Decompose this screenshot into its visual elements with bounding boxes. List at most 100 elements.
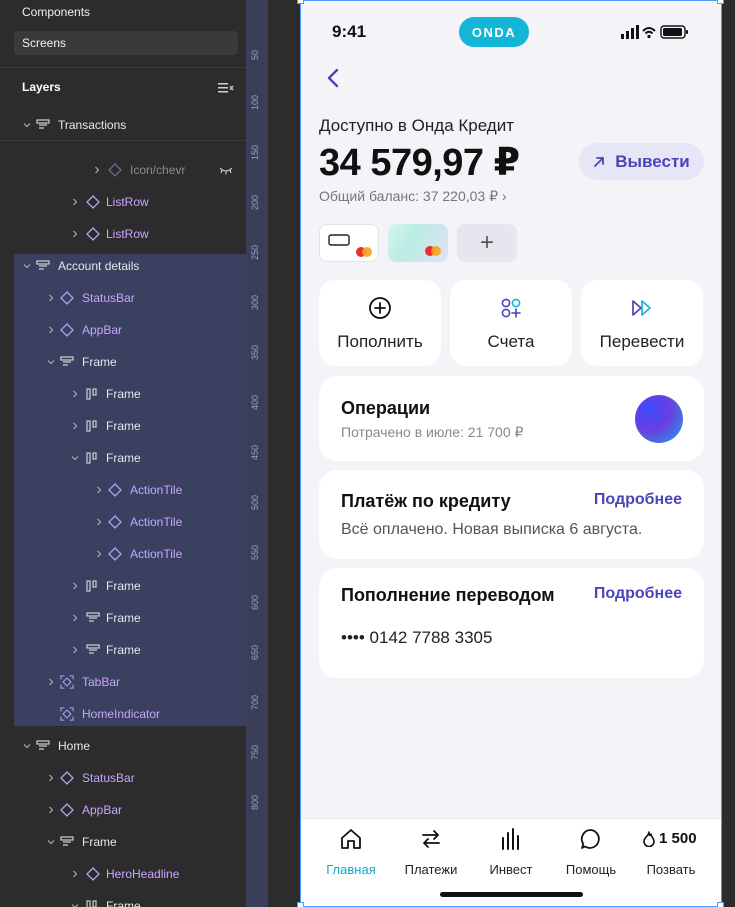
resize-handle[interactable]	[717, 0, 724, 4]
layer-row[interactable]: ActionTile	[0, 474, 246, 506]
action-transfer[interactable]: Перевести	[581, 280, 703, 366]
operations-title: Операции	[341, 398, 431, 418]
resize-handle[interactable]	[297, 0, 304, 4]
withdraw-label: Вывести	[615, 151, 690, 171]
tab-invest[interactable]: Инвест	[469, 827, 553, 877]
chevron-right-icon[interactable]	[70, 581, 80, 591]
layer-row[interactable]: Frame	[0, 410, 246, 442]
layer-label: StatusBar	[82, 291, 135, 305]
chevron-right-icon[interactable]	[70, 389, 80, 399]
vertical-ruler: 50 100 150 200 250 300 350 400 450 500 550 600 650 70…	[246, 0, 268, 907]
chevron-down-icon[interactable]	[22, 741, 32, 751]
topup-transfer-details-link[interactable]: Подробнее	[594, 585, 682, 603]
layer-label: HeroHeadline	[106, 867, 180, 881]
layer-row[interactable]: Icon/chevr	[0, 154, 246, 186]
layer-row[interactable]: ActionTile	[0, 506, 246, 538]
layer-row[interactable]: Home	[0, 730, 246, 762]
layer-row[interactable]: Frame	[0, 346, 246, 378]
tab-payments[interactable]: Платежи	[389, 827, 473, 877]
layer-label: ListRow	[106, 227, 149, 241]
resize-handle[interactable]	[717, 902, 724, 907]
add-card-button[interactable]: +	[457, 224, 517, 262]
frame-icon	[60, 835, 74, 849]
nav-screens[interactable]: Screens	[14, 31, 238, 55]
layer-row[interactable]: StatusBar	[0, 282, 246, 314]
chevron-down-icon[interactable]	[46, 837, 56, 847]
layer-row[interactable]: ListRow	[0, 186, 246, 218]
ruler-tick: 50	[250, 49, 260, 60]
brand-pill: ONDA	[459, 17, 529, 47]
chevron-right-icon[interactable]	[94, 549, 104, 559]
chevron-right-icon[interactable]	[70, 197, 80, 207]
chevron-right-icon[interactable]	[70, 613, 80, 623]
chevron-right-icon[interactable]	[94, 517, 104, 527]
credit-payment-card: Платёж по кредиту Подробнее Всё оплачено…	[319, 470, 704, 559]
tab-call[interactable]: 1 500 Позвать	[629, 827, 713, 877]
layer-row[interactable]: Transactions	[0, 109, 246, 141]
layer-row[interactable]: ListRow	[0, 218, 246, 250]
tab-label: Главная	[326, 862, 376, 877]
tab-help[interactable]: Помощь	[549, 827, 633, 877]
chevron-right-icon[interactable]	[94, 485, 104, 495]
chevron-right-icon[interactable]	[46, 293, 56, 303]
layer-row[interactable]: HeroHeadline	[0, 858, 246, 890]
chevron-right-icon[interactable]	[70, 645, 80, 655]
chevron-down-icon[interactable]	[70, 901, 80, 907]
layer-label: Frame	[106, 451, 141, 465]
layer-row[interactable]: ActionTile	[0, 538, 246, 570]
chevron-right-icon[interactable]	[70, 421, 80, 431]
chevron-right-icon[interactable]	[70, 869, 80, 879]
layer-row[interactable]: Frame	[0, 634, 246, 666]
ruler-tick: 750	[250, 744, 260, 760]
chevron-right-icon[interactable]	[70, 229, 80, 239]
withdraw-button[interactable]: Вывести	[579, 143, 704, 180]
layer-row[interactable]: StatusBar	[0, 762, 246, 794]
card-thumb-mint[interactable]	[388, 224, 448, 262]
layer-row[interactable]: AppBar	[0, 794, 246, 826]
layer-row[interactable]: Frame	[0, 826, 246, 858]
chevron-right-icon[interactable]	[46, 677, 56, 687]
flame-icon	[643, 830, 655, 847]
wifi-icon	[642, 27, 656, 39]
frame-icon	[60, 355, 74, 369]
layer-row[interactable]: Frame	[0, 602, 246, 634]
nav-components[interactable]: Components	[14, 0, 238, 24]
layer-label: HomeIndicator	[82, 707, 161, 721]
chevron-down-icon[interactable]	[22, 120, 32, 130]
layer-row[interactable]: TabBar	[0, 666, 246, 698]
chevron-down-icon[interactable]	[46, 357, 56, 367]
account-number[interactable]: •••• 0142 7788 3305	[341, 628, 492, 648]
chevron-right-icon[interactable]	[46, 325, 56, 335]
ruler-tick: 600	[250, 594, 260, 610]
layer-row[interactable]: HomeIndicator	[0, 698, 246, 730]
frame-icon	[36, 739, 50, 753]
back-chevron-icon[interactable]	[323, 66, 343, 90]
card-thumb-white[interactable]	[319, 224, 379, 262]
tab-home[interactable]: Главная	[309, 827, 393, 877]
layer-row[interactable]: AppBar	[0, 314, 246, 346]
topup-transfer-title: Пополнение переводом	[341, 585, 555, 605]
layer-row[interactable]: Frame	[0, 378, 246, 410]
tab-label: Позвать	[646, 862, 696, 877]
frame-icon	[86, 611, 100, 625]
layers-menu-icon[interactable]	[218, 81, 234, 95]
action-topup[interactable]: Пополнить	[319, 280, 441, 366]
component-icon	[86, 867, 100, 881]
layer-row[interactable]: Frame	[0, 570, 246, 602]
credit-payment-details-link[interactable]: Подробнее	[594, 491, 682, 509]
chevron-down-icon[interactable]	[22, 261, 32, 271]
status-time: 9:41	[332, 22, 367, 41]
layer-row[interactable]: Frame	[0, 442, 246, 474]
chevron-right-icon[interactable]	[46, 805, 56, 815]
hidden-eye-icon[interactable]	[219, 164, 233, 175]
frame-icon	[86, 451, 100, 465]
layer-row[interactable]: Account details	[0, 250, 246, 282]
operations-card[interactable]: Операции Потрачено в июле: 21 700 ₽	[319, 376, 704, 461]
chevron-right-icon[interactable]	[92, 165, 102, 175]
chevron-right-icon[interactable]	[46, 773, 56, 783]
chevron-down-icon[interactable]	[70, 453, 80, 463]
action-accounts[interactable]: Счета	[450, 280, 572, 366]
layer-row[interactable]: Frame	[0, 890, 246, 907]
total-balance[interactable]: Общий баланс: 37 220,03 ₽ ›	[319, 188, 507, 205]
resize-handle[interactable]	[297, 902, 304, 907]
